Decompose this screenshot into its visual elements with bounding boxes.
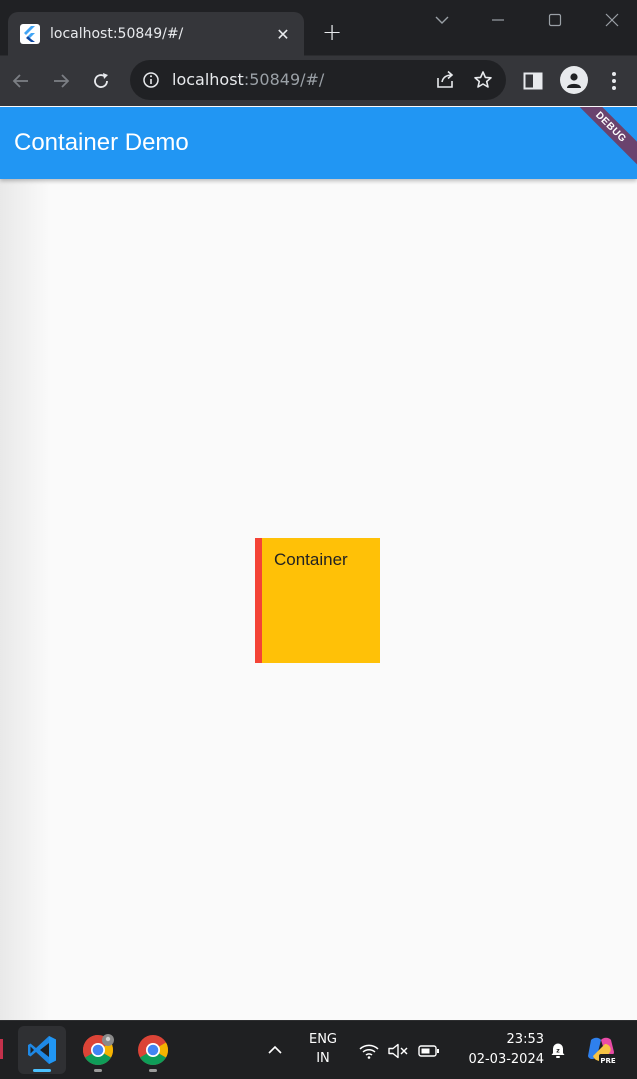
notification-bell-icon[interactable]: z	[547, 1039, 569, 1061]
app-viewport: Container Demo DEBUG Container	[0, 107, 637, 1020]
clock-date: 02-03-2024	[468, 1052, 544, 1067]
screen: localhost:50849/#/ ✕ + localhost:50849/#…	[0, 0, 637, 1079]
address-bar[interactable]: localhost:50849/#/	[130, 60, 506, 100]
taskbar: ENG IN 23:53 02-03-2024 z PRE	[0, 1020, 637, 1079]
copilot-icon[interactable]: PRE	[585, 1034, 617, 1066]
language-indicator[interactable]: ENG IN	[300, 1030, 346, 1068]
clock-time: 23:53	[506, 1032, 544, 1047]
profile-avatar-icon[interactable]	[560, 66, 588, 94]
app-bar: Container Demo DEBUG	[0, 107, 637, 179]
browser-tabstrip: localhost:50849/#/ ✕ +	[0, 0, 637, 56]
minimize-icon[interactable]	[484, 8, 512, 32]
new-tab-button[interactable]: +	[318, 18, 346, 46]
running-indicator	[149, 1069, 157, 1072]
tab-title: localhost:50849/#/	[50, 26, 184, 42]
language-region: IN	[316, 1051, 330, 1066]
svg-text:PRE: PRE	[600, 1057, 616, 1065]
bookmark-star-icon[interactable]	[470, 67, 496, 93]
page-title: Container Demo	[14, 129, 189, 156]
chrome-icon[interactable]	[129, 1026, 177, 1074]
tab-search-icon[interactable]	[428, 8, 456, 32]
battery-icon[interactable]	[418, 1040, 440, 1062]
forward-icon[interactable]	[44, 64, 78, 98]
back-icon[interactable]	[4, 64, 38, 98]
close-window-icon[interactable]	[598, 8, 626, 32]
flutter-icon	[20, 24, 40, 44]
show-hidden-icons-chevron-icon[interactable]	[263, 1039, 287, 1061]
wifi-icon[interactable]	[358, 1040, 380, 1062]
running-indicator	[33, 1069, 51, 1072]
edge-shadow	[0, 179, 50, 1020]
app-body: Container	[0, 179, 637, 1020]
vscode-icon[interactable]	[18, 1026, 66, 1074]
running-indicator	[94, 1069, 102, 1072]
chrome-icon[interactable]	[74, 1026, 122, 1074]
volume-muted-icon[interactable]	[387, 1040, 409, 1062]
demo-container-box: Container	[255, 538, 380, 663]
address-url: localhost:50849/#/	[172, 70, 324, 89]
taskbar-app-edge[interactable]	[0, 1039, 3, 1059]
site-info-icon[interactable]	[142, 71, 160, 89]
reload-icon[interactable]	[84, 64, 118, 98]
url-host: localhost	[172, 70, 244, 89]
container-label: Container	[274, 550, 348, 569]
maximize-icon[interactable]	[541, 8, 569, 32]
side-panel-icon[interactable]	[520, 69, 546, 93]
share-icon[interactable]	[432, 67, 458, 93]
language-code: ENG	[308, 1032, 337, 1047]
debug-banner: DEBUG	[569, 107, 637, 169]
tab-close-button[interactable]: ✕	[272, 23, 294, 45]
svg-text:z: z	[556, 1048, 560, 1055]
browser-tab[interactable]: localhost:50849/#/ ✕	[8, 12, 304, 56]
browser-menu-icon[interactable]	[602, 67, 626, 95]
browser-toolbar: localhost:50849/#/	[0, 56, 637, 106]
taskbar-clock[interactable]: 23:53 02-03-2024	[452, 1030, 544, 1070]
url-path: :50849/#/	[243, 70, 325, 89]
